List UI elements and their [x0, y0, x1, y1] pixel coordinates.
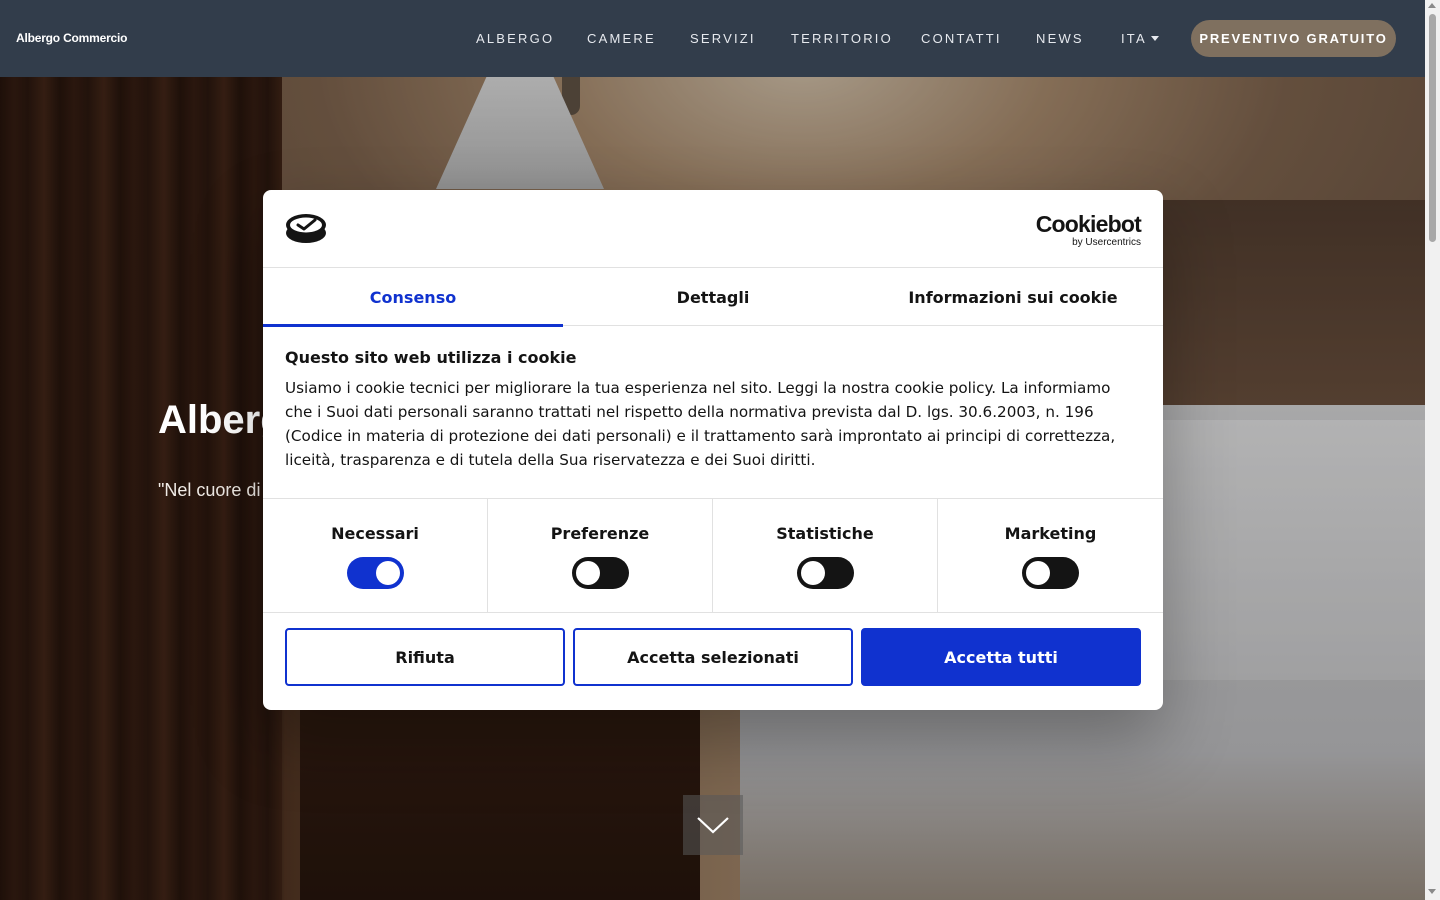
toggle-knob — [800, 561, 825, 585]
nav-item-servizi[interactable]: SERVIZI — [690, 31, 756, 46]
category-statistiche: Statistiche — [713, 499, 938, 613]
toggle-preferenze[interactable] — [571, 557, 629, 589]
cookiebot-byline: by Usercentrics — [1072, 237, 1141, 248]
accept-selected-button[interactable]: Accetta selezionati — [573, 628, 853, 686]
scrollbar-thumb[interactable] — [1429, 14, 1436, 242]
toggle-knob — [375, 561, 400, 585]
brand-logo-text[interactable]: Albergo Commercio — [16, 31, 127, 45]
reject-button[interactable]: Rifiuta — [285, 628, 565, 686]
language-dropdown[interactable]: ITA — [1121, 31, 1159, 46]
dialog-tabs: Consenso Dettagli Informazioni sui cooki… — [263, 268, 1163, 327]
cookie-logo-icon — [285, 212, 327, 249]
dialog-body: Questo sito web utilizza i cookie Usiamo… — [285, 348, 1141, 472]
caret-down-icon — [1150, 36, 1159, 41]
category-label: Preferenze — [550, 524, 650, 543]
category-label: Marketing — [1004, 524, 1097, 543]
cookie-consent-dialog: Cookiebot by Usercentrics Consenso Detta… — [263, 190, 1163, 710]
category-label: Necessari — [331, 524, 419, 543]
category-marketing: Marketing — [938, 499, 1163, 613]
toggle-marketing[interactable] — [1022, 557, 1079, 589]
accept-all-button[interactable]: Accetta tutti — [861, 628, 1141, 686]
dialog-description: Usiamo i cookie tecnici per migliorare l… — [285, 379, 1116, 469]
nav-item-news[interactable]: NEWS — [1036, 31, 1084, 46]
scroll-down-button[interactable] — [683, 795, 743, 855]
consent-categories: Necessari Preferenze Statistiche Marketi… — [263, 498, 1163, 613]
tab-consenso[interactable]: Consenso — [263, 268, 563, 327]
hero-quote: "Nel cuore di — [158, 480, 261, 500]
cookiebot-wordmark: Cookiebot — [1035, 211, 1142, 237]
tab-dettagli[interactable]: Dettagli — [563, 268, 863, 326]
top-navbar: Albergo Commercio ALBERGO CAMERE SERVIZI… — [0, 0, 1425, 77]
free-quote-button[interactable]: PREVENTIVO GRATUITO — [1191, 20, 1396, 57]
tab-informazioni[interactable]: Informazioni sui cookie — [863, 268, 1163, 326]
category-preferenze: Preferenze — [488, 499, 713, 613]
toggle-statistiche[interactable] — [796, 557, 854, 589]
chevron-down-icon — [697, 817, 729, 834]
dialog-heading: Questo sito web utilizza i cookie — [285, 348, 577, 367]
toggle-necessari[interactable] — [346, 557, 404, 589]
category-label: Statistiche — [776, 524, 874, 543]
toggle-knob — [1026, 561, 1050, 585]
scroll-up-arrow-icon[interactable] — [1428, 3, 1436, 8]
nav-item-camere[interactable]: CAMERE — [587, 31, 656, 46]
cookiebot-logo[interactable]: Cookiebot by Usercentrics — [1035, 211, 1142, 248]
dialog-header: Cookiebot by Usercentrics — [263, 190, 1163, 268]
page-scrollbar[interactable] — [1425, 0, 1440, 900]
nav-item-albergo[interactable]: ALBERGO — [476, 31, 554, 46]
scroll-down-arrow-icon[interactable] — [1428, 889, 1436, 894]
nav-item-contatti[interactable]: CONTATTI — [921, 31, 1002, 46]
toggle-knob — [575, 561, 600, 585]
nav-item-territorio[interactable]: TERRITORIO — [791, 31, 893, 46]
language-label: ITA — [1121, 31, 1147, 46]
category-necessari: Necessari — [263, 499, 488, 613]
dialog-actions: Rifiuta Accetta selezionati Accetta tutt… — [285, 628, 1141, 686]
